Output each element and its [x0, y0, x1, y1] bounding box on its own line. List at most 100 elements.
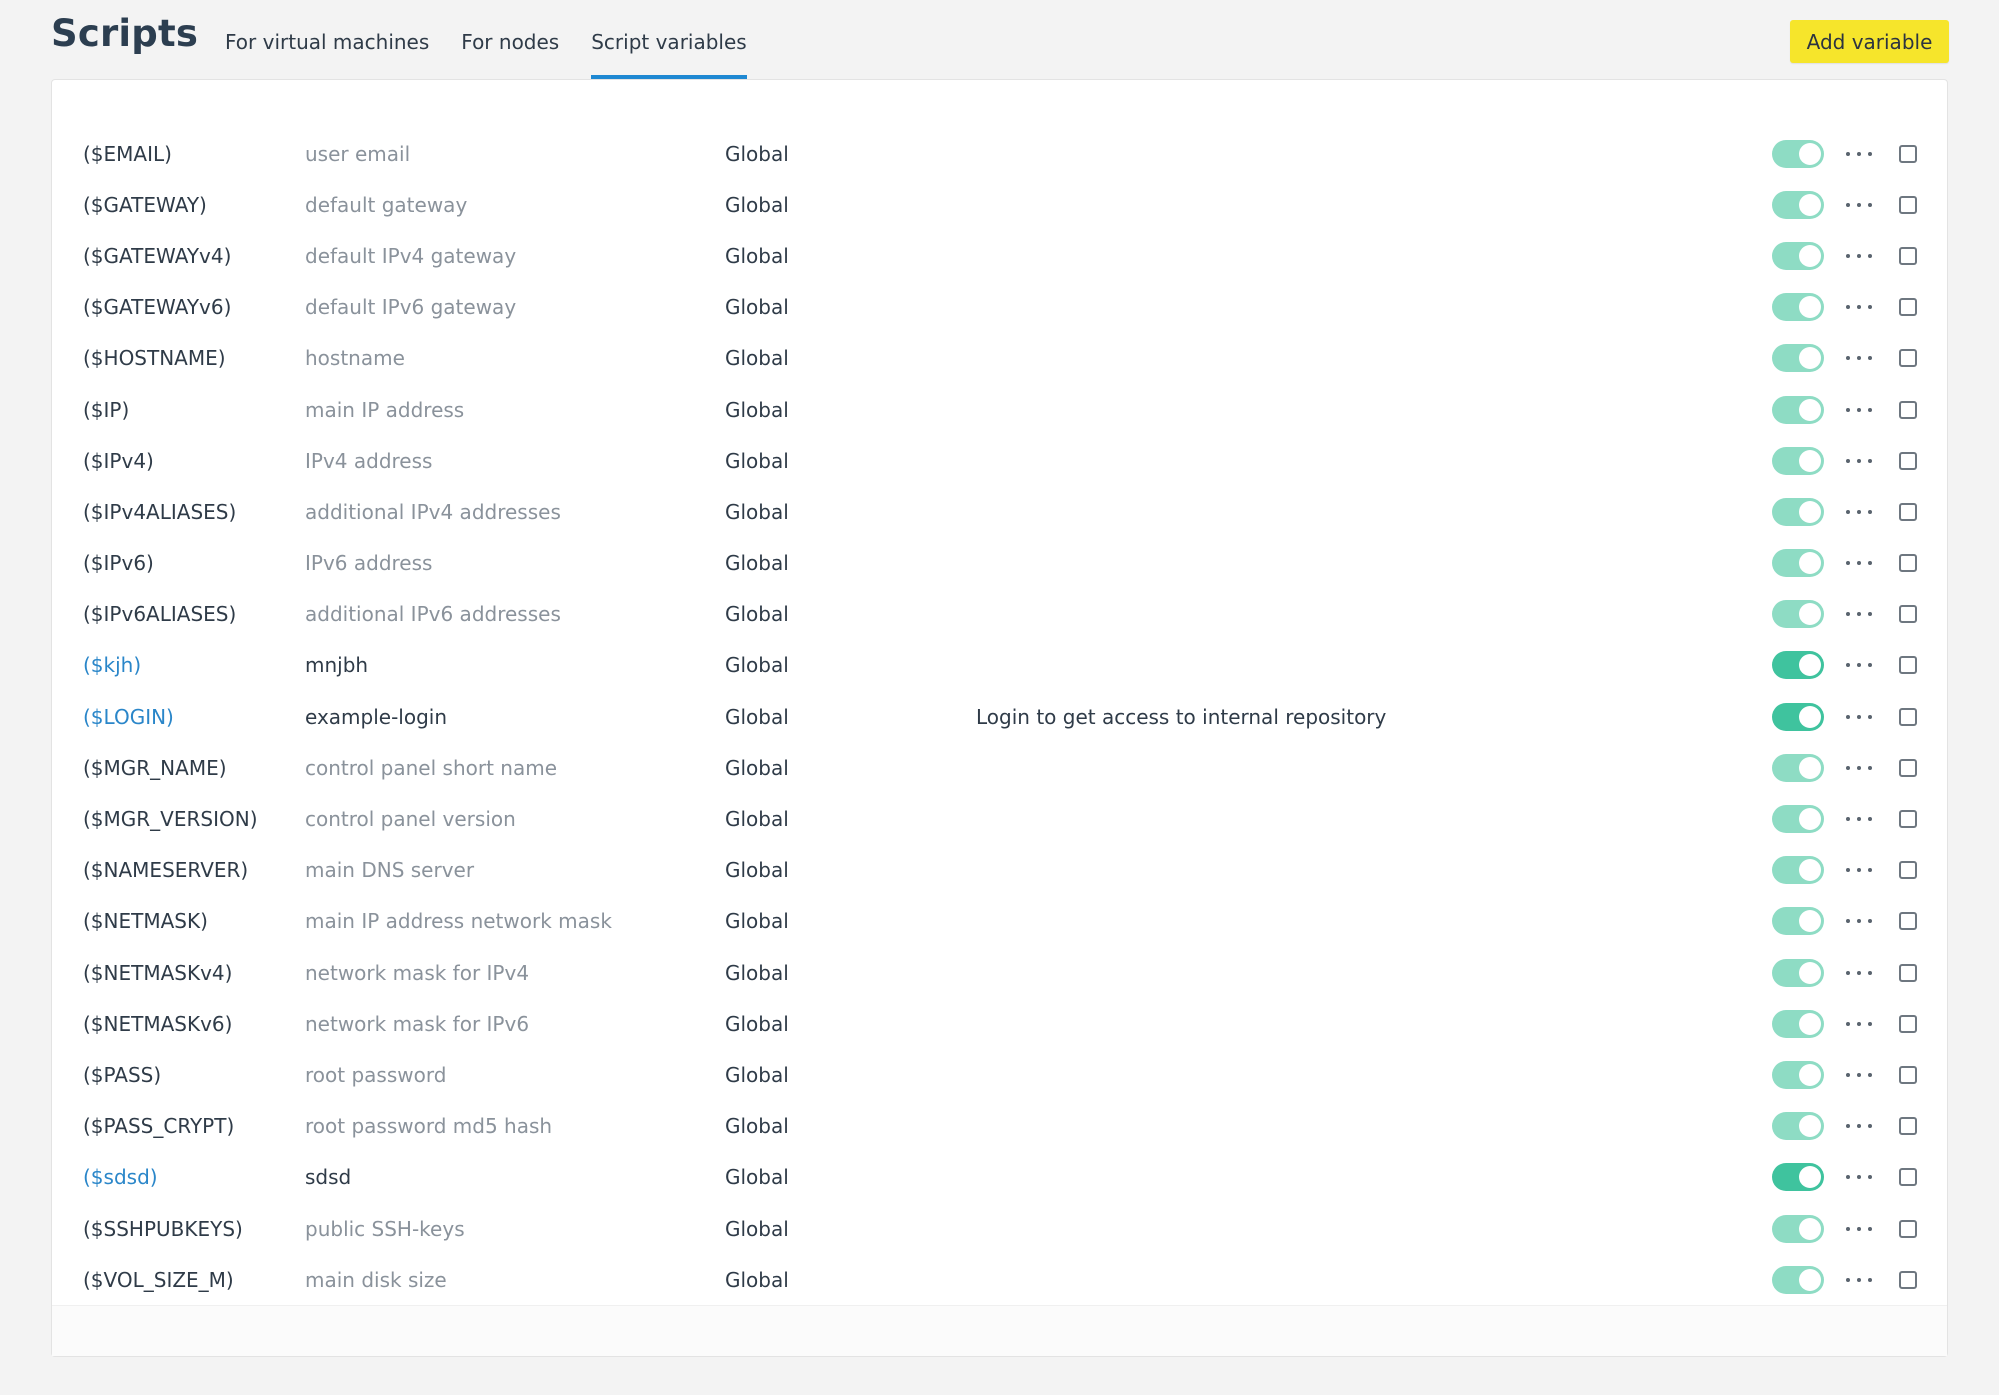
enabled-toggle[interactable] [1772, 549, 1824, 578]
more-actions-icon[interactable] [1846, 758, 1872, 778]
page-header: Scripts For virtual machines For nodes S… [0, 0, 1999, 80]
table-row[interactable]: ($PASS_CRYPT) root password md5 hash Globa… [52, 1101, 1947, 1152]
more-actions-icon[interactable] [1846, 246, 1872, 266]
enabled-toggle[interactable] [1772, 805, 1824, 834]
more-actions-icon[interactable] [1846, 1219, 1872, 1239]
more-actions-icon[interactable] [1846, 809, 1872, 829]
variable-name[interactable]: ($LOGIN) [83, 705, 174, 729]
enabled-toggle[interactable] [1772, 139, 1824, 168]
row-select-checkbox[interactable] [1899, 144, 1917, 163]
more-actions-icon[interactable] [1846, 911, 1872, 931]
row-select-checkbox[interactable] [1899, 861, 1917, 880]
row-select-checkbox[interactable] [1899, 195, 1917, 214]
more-actions-icon[interactable] [1846, 348, 1872, 368]
row-select-checkbox[interactable] [1899, 963, 1917, 982]
table-row[interactable]: ($NETMASKv4) network mask for IPv4 Global [52, 947, 1947, 998]
table-row[interactable]: ($NAMESERVER) main DNS server Global [52, 845, 1947, 896]
enabled-toggle[interactable] [1772, 1060, 1824, 1089]
enabled-toggle[interactable] [1772, 344, 1824, 373]
row-select-checkbox[interactable] [1899, 605, 1917, 624]
row-select-checkbox[interactable] [1899, 1014, 1917, 1033]
row-select-checkbox[interactable] [1899, 707, 1917, 726]
row-select-checkbox[interactable] [1899, 912, 1917, 931]
more-actions-icon[interactable] [1846, 553, 1872, 573]
table-row[interactable]: ($NETMASK) main IP address network mask Gl… [52, 896, 1947, 947]
row-select-checkbox[interactable] [1899, 1168, 1917, 1187]
table-row[interactable]: ($GATEWAY) default gateway Global [52, 179, 1947, 230]
enabled-toggle[interactable] [1772, 1112, 1824, 1141]
variable-name[interactable]: ($kjh) [83, 653, 141, 677]
table-row[interactable]: ($IPv4) IPv4 address Global [52, 435, 1947, 486]
table-row[interactable]: ($IPv4ALIASES) additional IPv4 addresses G… [52, 486, 1947, 537]
more-actions-icon[interactable] [1846, 297, 1872, 317]
row-select-checkbox[interactable] [1899, 810, 1917, 829]
table-row[interactable]: ($IPv6ALIASES) additional IPv6 addresses G… [52, 589, 1947, 640]
more-actions-icon[interactable] [1846, 860, 1872, 880]
more-actions-icon[interactable] [1846, 655, 1872, 675]
row-select-checkbox[interactable] [1899, 1065, 1917, 1084]
more-actions-icon[interactable] [1846, 400, 1872, 420]
more-actions-icon[interactable] [1846, 195, 1872, 215]
enabled-toggle[interactable] [1772, 1009, 1824, 1038]
tab-for-nodes[interactable]: For nodes [461, 0, 559, 80]
table-row[interactable]: ($HOSTNAME) hostname Global [52, 333, 1947, 384]
add-variable-button[interactable]: Add variable [1790, 20, 1949, 63]
enabled-toggle[interactable] [1772, 600, 1824, 629]
table-row[interactable]: ($MGR_NAME) control panel short name Globa… [52, 742, 1947, 793]
table-row[interactable]: ($MGR_VERSION) control panel version Globa… [52, 793, 1947, 844]
enabled-toggle[interactable] [1772, 1214, 1824, 1243]
table-row[interactable]: ($NETMASKv6) network mask for IPv6 Global [52, 998, 1947, 1049]
enabled-toggle[interactable] [1772, 446, 1824, 475]
more-actions-icon[interactable] [1846, 144, 1872, 164]
tab-for-virtual-machines[interactable]: For virtual machines [225, 0, 429, 80]
table-row[interactable]: ($IP) main IP address Global [52, 384, 1947, 435]
more-actions-icon[interactable] [1846, 1270, 1872, 1290]
row-select-checkbox[interactable] [1899, 1117, 1917, 1136]
tab-script-variables[interactable]: Script variables [591, 0, 748, 80]
table-row[interactable]: ($PASS) root password Global [52, 1049, 1947, 1100]
enabled-toggle[interactable] [1772, 753, 1824, 782]
more-actions-icon[interactable] [1846, 963, 1872, 983]
more-actions-icon[interactable] [1846, 1014, 1872, 1034]
row-select-checkbox[interactable] [1899, 554, 1917, 573]
row-select-checkbox[interactable] [1899, 400, 1917, 419]
row-select-checkbox[interactable] [1899, 1270, 1917, 1289]
enabled-toggle[interactable] [1772, 241, 1824, 270]
enabled-toggle[interactable] [1772, 651, 1824, 680]
table-row[interactable]: ($VOL_SIZE_M) main disk size Global [52, 1254, 1947, 1305]
more-actions-icon[interactable] [1846, 604, 1872, 624]
row-select-checkbox[interactable] [1899, 1219, 1917, 1238]
more-actions-icon[interactable] [1846, 451, 1872, 471]
enabled-toggle[interactable] [1772, 856, 1824, 885]
table-row[interactable]: ($EMAIL) user email Global [52, 128, 1947, 179]
enabled-toggle[interactable] [1772, 190, 1824, 219]
more-actions-icon[interactable] [1846, 1116, 1872, 1136]
variable-name[interactable]: ($sdsd) [83, 1165, 158, 1189]
table-row[interactable]: ($GATEWAYv4) default IPv4 gateway Global [52, 230, 1947, 281]
table-row[interactable]: ($sdsd) sdsd Global [52, 1152, 1947, 1203]
row-select-checkbox[interactable] [1899, 349, 1917, 368]
table-row[interactable]: ($LOGIN) example-login Global Login to get … [52, 691, 1947, 742]
row-select-checkbox[interactable] [1899, 298, 1917, 317]
enabled-toggle[interactable] [1772, 293, 1824, 322]
enabled-toggle[interactable] [1772, 1163, 1824, 1192]
enabled-toggle[interactable] [1772, 395, 1824, 424]
row-select-checkbox[interactable] [1899, 656, 1917, 675]
more-actions-icon[interactable] [1846, 1065, 1872, 1085]
table-row[interactable]: ($GATEWAYv6) default IPv6 gateway Global [52, 282, 1947, 333]
row-select-checkbox[interactable] [1899, 502, 1917, 521]
enabled-toggle[interactable] [1772, 497, 1824, 526]
row-select-checkbox[interactable] [1899, 758, 1917, 777]
enabled-toggle[interactable] [1772, 1265, 1824, 1294]
enabled-toggle[interactable] [1772, 907, 1824, 936]
row-select-checkbox[interactable] [1899, 451, 1917, 470]
table-row[interactable]: ($SSHPUBKEYS) public SSH-keys Global [52, 1203, 1947, 1254]
table-row[interactable]: ($IPv6) IPv6 address Global [52, 538, 1947, 589]
enabled-toggle[interactable] [1772, 958, 1824, 987]
table-row[interactable]: ($kjh) mnjbh Global [52, 640, 1947, 691]
row-select-checkbox[interactable] [1899, 246, 1917, 265]
more-actions-icon[interactable] [1846, 707, 1872, 727]
enabled-toggle[interactable] [1772, 702, 1824, 731]
more-actions-icon[interactable] [1846, 1167, 1872, 1187]
more-actions-icon[interactable] [1846, 502, 1872, 522]
